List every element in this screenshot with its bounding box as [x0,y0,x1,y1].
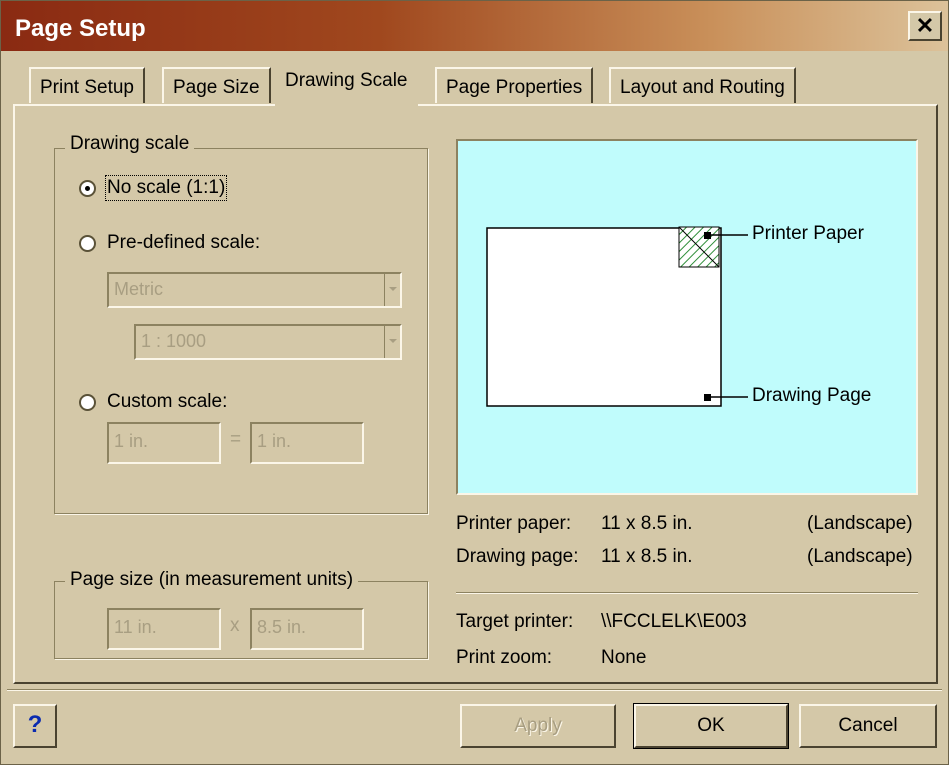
close-icon: ✕ [915,13,935,38]
tab-layout-and-routing[interactable]: Layout and Routing [609,67,796,103]
drawing-page-value: 11 x 8.5 in. [601,546,693,567]
tab-print-setup[interactable]: Print Setup [29,67,145,103]
custom-scale-radio[interactable] [79,394,96,411]
tab-drawing-scale[interactable]: Drawing Scale [275,61,418,107]
printer-paper-value: 11 x 8.5 in. [601,513,693,534]
drawing-page-caption: Drawing Page [752,385,872,406]
footer-separator [7,689,942,691]
title-bar[interactable]: Page Setup ✕ [1,1,948,51]
page-preview: Printer Paper Drawing Page [456,139,918,495]
drawing-page-orientation: (Landscape) [807,546,913,567]
ok-button[interactable]: OK [633,703,789,749]
predefined-units-select[interactable]: Metric [107,272,402,308]
custom-scale-right-input[interactable]: 1 in. [250,422,364,464]
help-button[interactable]: ? [13,704,57,748]
page-size-legend: Page size (in measurement units) [65,569,359,591]
chevron-down-icon[interactable] [384,274,400,306]
times-sign: x [230,615,240,636]
target-printer-label: Target printer: [456,611,574,632]
predefined-scale-label[interactable]: Pre-defined scale: [107,232,260,254]
page-height-input[interactable]: 8.5 in. [250,608,364,650]
custom-scale-label[interactable]: Custom scale: [107,391,227,413]
tab-page-size[interactable]: Page Size [162,67,271,103]
custom-scale-left-input[interactable]: 1 in. [107,422,221,464]
predefined-ratio-select[interactable]: 1 : 1000 [134,324,402,360]
print-zoom-label: Print zoom: [456,647,553,668]
equals-sign: = [230,429,242,450]
no-scale-radio[interactable] [79,180,96,197]
chevron-down-icon[interactable] [384,326,400,358]
page-width-input[interactable]: 11 in. [107,608,221,650]
printer-paper-orientation: (Landscape) [807,513,913,534]
info-separator [456,592,918,594]
no-scale-label[interactable]: No scale (1:1) [104,175,228,201]
tab-label: Layout and Routing [620,77,785,98]
printer-paper-label: Printer paper: [456,513,572,534]
print-zoom-value: None [601,647,647,668]
cancel-button[interactable]: Cancel [799,704,937,748]
page-setup-dialog: Page Setup ✕ Print Setup Page Size Drawi… [0,0,949,765]
close-button[interactable]: ✕ [908,11,942,41]
drawing-scale-legend: Drawing scale [65,133,195,155]
window-title: Page Setup [15,15,146,42]
tab-label: Print Setup [40,77,134,98]
preview-diagram [486,226,748,407]
apply-button[interactable]: Apply [460,704,616,748]
tab-page-properties[interactable]: Page Properties [435,67,594,103]
tab-label: Page Size [173,77,260,98]
tab-label: Page Properties [446,77,583,98]
tab-label: Drawing Scale [285,70,408,91]
target-printer-value: \\FCCLELK\E003 [601,611,747,632]
printer-paper-caption: Printer Paper [752,223,864,244]
drawing-page-label: Drawing page: [456,546,579,567]
help-icon: ? [27,711,43,738]
predefined-scale-radio[interactable] [79,235,96,252]
